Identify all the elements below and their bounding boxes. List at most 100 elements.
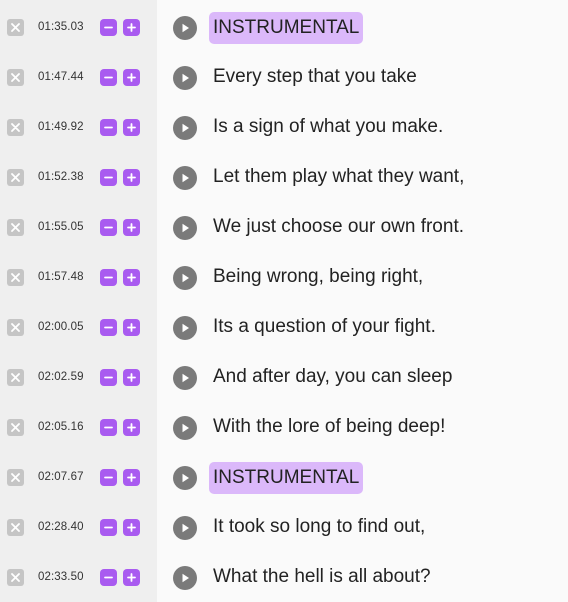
lyric-text: What the hell is all about? <box>213 566 431 587</box>
lyric-line-row: 02:28.40 It took so long to find out, <box>0 503 568 553</box>
play-line-button[interactable] <box>173 366 197 390</box>
nudge-earlier-button[interactable] <box>100 219 117 236</box>
nudge-earlier-button[interactable] <box>100 419 117 436</box>
remove-line-button[interactable] <box>7 19 24 36</box>
nudge-earlier-button[interactable] <box>100 19 117 36</box>
lyric-text: Let them play what they want, <box>213 166 465 187</box>
remove-line-button[interactable] <box>7 169 24 186</box>
minus-icon <box>104 323 113 332</box>
lyric-text: Is a sign of what you make. <box>213 116 444 137</box>
remove-line-button[interactable] <box>7 119 24 136</box>
lyric-text: Its a question of your fight. <box>213 316 436 337</box>
plus-icon <box>127 73 136 82</box>
lyric-line-row: 02:05.16 With the lore of being deep! <box>0 403 568 453</box>
play-line-button[interactable] <box>173 316 197 340</box>
minus-icon <box>104 123 113 132</box>
nudge-later-button[interactable] <box>123 369 140 386</box>
close-icon <box>11 323 20 332</box>
nudge-later-button[interactable] <box>123 119 140 136</box>
play-icon <box>179 372 191 384</box>
line-timestamp: 01:47.44 <box>38 71 84 83</box>
play-line-button[interactable] <box>173 416 197 440</box>
minus-icon <box>104 223 113 232</box>
nudge-earlier-button[interactable] <box>100 519 117 536</box>
lyric-text: Being wrong, being right, <box>213 266 424 287</box>
nudge-later-button[interactable] <box>123 69 140 86</box>
remove-line-button[interactable] <box>7 69 24 86</box>
nudge-later-button[interactable] <box>123 319 140 336</box>
play-icon <box>179 72 191 84</box>
lyric-line-row: 01:55.05 We just choose our own front. <box>0 203 568 253</box>
play-line-button[interactable] <box>173 66 197 90</box>
lyric-line-row: 02:02.59 And after day, you can sleep <box>0 353 568 403</box>
play-line-button[interactable] <box>173 116 197 140</box>
line-timestamp: 02:05.16 <box>38 421 84 433</box>
play-icon <box>179 22 191 34</box>
play-line-button[interactable] <box>173 16 197 40</box>
minus-icon <box>104 423 113 432</box>
remove-line-button[interactable] <box>7 419 24 436</box>
close-icon <box>11 573 20 582</box>
remove-line-button[interactable] <box>7 469 24 486</box>
nudge-earlier-button[interactable] <box>100 469 117 486</box>
close-icon <box>11 23 20 32</box>
nudge-later-button[interactable] <box>123 569 140 586</box>
nudge-earlier-button[interactable] <box>100 69 117 86</box>
nudge-later-button[interactable] <box>123 19 140 36</box>
remove-line-button[interactable] <box>7 319 24 336</box>
plus-icon <box>127 373 136 382</box>
remove-line-button[interactable] <box>7 519 24 536</box>
play-icon <box>179 422 191 434</box>
remove-line-button[interactable] <box>7 269 24 286</box>
lyric-line-row: 02:00.05 Its a question of your fight. <box>0 303 568 353</box>
lyric-line-row: 01:35.03 INSTRUMENTAL <box>0 3 568 53</box>
close-icon <box>11 73 20 82</box>
plus-icon <box>127 323 136 332</box>
minus-icon <box>104 23 113 32</box>
plus-icon <box>127 273 136 282</box>
play-line-button[interactable] <box>173 266 197 290</box>
lyric-line-row: 01:49.92 Is a sign of what you make. <box>0 103 568 153</box>
nudge-earlier-button[interactable] <box>100 319 117 336</box>
minus-icon <box>104 73 113 82</box>
play-line-button[interactable] <box>173 516 197 540</box>
nudge-later-button[interactable] <box>123 469 140 486</box>
close-icon <box>11 273 20 282</box>
remove-line-button[interactable] <box>7 369 24 386</box>
nudge-later-button[interactable] <box>123 419 140 436</box>
plus-icon <box>127 423 136 432</box>
line-timestamp: 02:28.40 <box>38 521 84 533</box>
instrumental-tag: INSTRUMENTAL <box>209 462 364 494</box>
remove-line-button[interactable] <box>7 219 24 236</box>
close-icon <box>11 473 20 482</box>
instrumental-tag: INSTRUMENTAL <box>209 12 364 44</box>
nudge-earlier-button[interactable] <box>100 119 117 136</box>
plus-icon <box>127 173 136 182</box>
lyric-line-row: 01:57.48 Being wrong, being right, <box>0 253 568 303</box>
nudge-earlier-button[interactable] <box>100 369 117 386</box>
close-icon <box>11 423 20 432</box>
play-line-button[interactable] <box>173 566 197 590</box>
nudge-later-button[interactable] <box>123 169 140 186</box>
play-icon <box>179 522 191 534</box>
remove-line-button[interactable] <box>7 569 24 586</box>
nudge-earlier-button[interactable] <box>100 569 117 586</box>
lyric-text: It took so long to find out, <box>213 516 426 537</box>
nudge-later-button[interactable] <box>123 219 140 236</box>
minus-icon <box>104 573 113 582</box>
line-timestamp: 01:57.48 <box>38 271 84 283</box>
play-line-button[interactable] <box>173 166 197 190</box>
line-timestamp: 01:35.03 <box>38 21 84 33</box>
play-line-button[interactable] <box>173 466 197 490</box>
nudge-later-button[interactable] <box>123 519 140 536</box>
line-timestamp: 02:33.50 <box>38 571 84 583</box>
nudge-later-button[interactable] <box>123 269 140 286</box>
play-line-button[interactable] <box>173 216 197 240</box>
plus-icon <box>127 573 136 582</box>
plus-icon <box>127 473 136 482</box>
nudge-earlier-button[interactable] <box>100 269 117 286</box>
plus-icon <box>127 123 136 132</box>
nudge-earlier-button[interactable] <box>100 169 117 186</box>
play-icon <box>179 222 191 234</box>
line-timestamp: 01:52.38 <box>38 171 84 183</box>
